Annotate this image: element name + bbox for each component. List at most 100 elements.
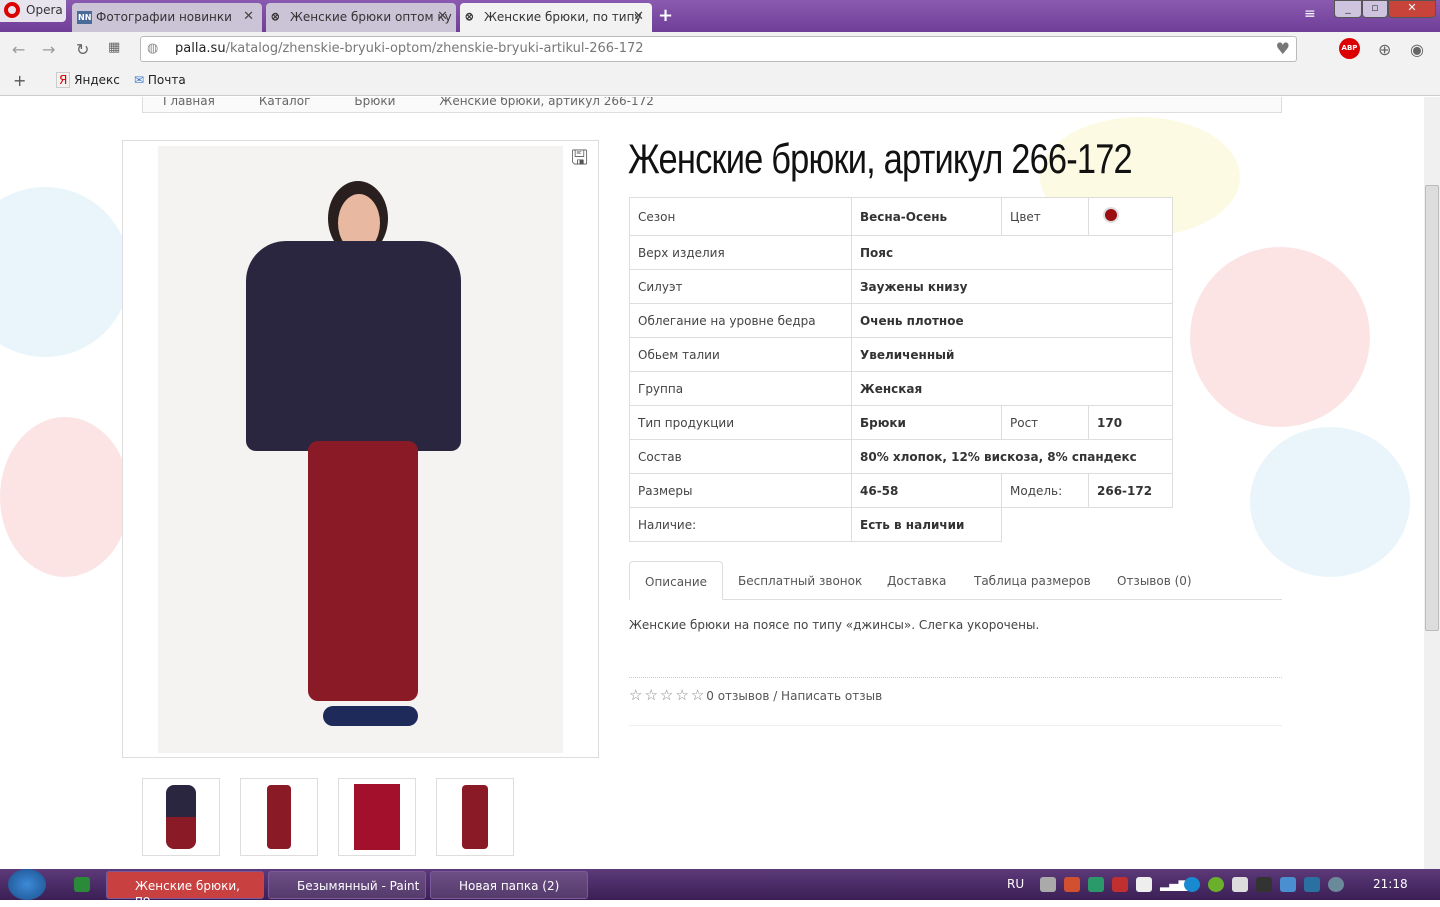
spec-value: Заужены книзу	[851, 269, 1173, 304]
account-icon[interactable]: ◉	[1410, 40, 1424, 59]
spec-value: Брюки	[851, 405, 1002, 440]
browser-tab-active[interactable]: ꕕ Женские брюки, по типу ✕	[460, 3, 652, 32]
star-icon: ☆	[644, 686, 658, 704]
spec-value: Пояс	[851, 235, 1173, 270]
add-bookmark-icon[interactable]: +	[13, 71, 26, 90]
new-tab-button[interactable]: +	[658, 5, 673, 26]
tray-icon[interactable]	[1088, 877, 1104, 892]
spec-value: 80% хлопок, 12% вискоза, 8% спандекс	[851, 439, 1173, 474]
tray-icon[interactable]	[1256, 877, 1272, 892]
thumbnail-2[interactable]	[240, 778, 318, 856]
spec-label: Состав	[629, 439, 852, 474]
heart-icon[interactable]: ♥	[1276, 39, 1290, 58]
close-tab-icon[interactable]: ✕	[437, 9, 448, 24]
page-title: Женские брюки, артикул 266-172	[628, 135, 1133, 182]
taskbar-item-paint[interactable]: Безымянный - Paint	[268, 871, 426, 899]
spec-value: Очень плотное	[851, 303, 1173, 338]
site-info-icon[interactable]: ◍	[147, 41, 158, 56]
url-input[interactable]: ◍ palla.su/katalog/zhenskie-bryuki-optom/…	[140, 36, 1297, 62]
star-icon: ☆	[659, 686, 674, 704]
color-swatch[interactable]	[1103, 207, 1119, 223]
back-icon[interactable]: ←	[12, 40, 25, 59]
thumbnail-3[interactable]	[338, 778, 416, 856]
product-main-image[interactable]: 🖫	[122, 140, 599, 758]
bookmark-label: Яндекс	[74, 73, 120, 87]
minimize-button[interactable]: _	[1334, 0, 1362, 18]
browser-tab[interactable]: ꕕ Женские брюки оптом ку ✕	[266, 3, 456, 32]
opera-label: Opera	[26, 3, 63, 17]
tab-size-chart[interactable]: Таблица размеров	[974, 561, 1091, 600]
breadcrumb-current: Женские брюки, артикул 266-172	[439, 97, 654, 108]
start-button[interactable]	[8, 869, 46, 900]
breadcrumb-catalog[interactable]: Каталог	[259, 97, 311, 108]
maximize-button[interactable]: ▫	[1362, 0, 1388, 18]
thumbnail-1[interactable]	[142, 778, 220, 856]
windows-taskbar: Женские брюки, по... Безымянный - Paint …	[0, 869, 1440, 907]
reviews-link[interactable]: 0 отзывов / Написать отзыв	[706, 689, 882, 703]
language-indicator[interactable]: RU	[1007, 877, 1024, 891]
spec-label: Верх изделия	[629, 235, 852, 270]
breadcrumb-trousers[interactable]: Брюки	[354, 97, 395, 108]
volume-muted-icon[interactable]	[1232, 877, 1248, 892]
taskbar-item-label: Новая папка (2)	[459, 879, 560, 893]
url-domain: palla.su	[175, 41, 226, 56]
tab-delivery[interactable]: Доставка	[887, 561, 946, 600]
close-tab-icon[interactable]: ✕	[633, 9, 644, 24]
tray-icon[interactable]	[1040, 877, 1056, 892]
tray-icon[interactable]	[1064, 877, 1080, 892]
tab-free-call[interactable]: Бесплатный звонок	[738, 561, 862, 600]
bookmark-label: Почта	[147, 73, 186, 87]
nn-favicon-icon: NN	[77, 11, 92, 24]
browser-tab-bar: Opera NN Фотографии новинки ✕ ꕕ Женские брю…	[0, 0, 1440, 32]
spec-label: Размеры	[629, 473, 852, 508]
page-scrollbar[interactable]	[1424, 97, 1440, 869]
clock[interactable]: 21:18	[1373, 877, 1408, 891]
close-tab-icon[interactable]: ✕	[243, 9, 254, 24]
forward-icon[interactable]: →	[42, 40, 55, 59]
close-window-button[interactable]: ✕	[1388, 0, 1436, 18]
tray-icon[interactable]	[1280, 877, 1296, 892]
taskbar-item-folder[interactable]: Новая папка (2)	[430, 871, 588, 899]
breadcrumb-home[interactable]: Главная	[163, 97, 215, 108]
bookmarks-bar: + Я Яндекс ✉ Почта	[0, 66, 1440, 96]
tray-icon[interactable]	[1112, 877, 1128, 892]
tab-reviews[interactable]: Отзывов (0)	[1117, 561, 1192, 600]
tab-description[interactable]: Описание	[629, 561, 724, 600]
url-path: /katalog/zhenskie-bryuki-optom/zhenskie-…	[225, 41, 644, 56]
opera-logo-icon	[4, 2, 20, 18]
star-icon: ☆	[675, 686, 689, 704]
spec-label: Модель:	[1001, 473, 1089, 508]
adblock-icon[interactable]: ABP	[1339, 38, 1360, 59]
reload-icon[interactable]: ↻	[76, 40, 89, 59]
tray-icon[interactable]	[1328, 877, 1344, 892]
signal-icon[interactable]: ▂▄▆	[1160, 877, 1188, 892]
bookmark-yandex[interactable]: Я Яндекс	[56, 72, 120, 88]
spec-value: 170	[1088, 405, 1173, 440]
browser-tab[interactable]: NN Фотографии новинки ✕	[72, 3, 262, 32]
tray-icon[interactable]	[1184, 877, 1200, 892]
download-icon[interactable]: ⊕	[1378, 40, 1391, 59]
star-icon: ☆	[629, 686, 643, 704]
spec-label: Цвет	[1001, 197, 1089, 236]
spec-value: 266-172	[1088, 473, 1173, 508]
taskbar-item-opera[interactable]: Женские брюки, по...	[106, 871, 264, 907]
spec-label: Наличие:	[629, 507, 852, 542]
divider	[629, 677, 1282, 678]
speed-dial-icon[interactable]: ▦	[108, 40, 120, 55]
scrollbar-thumb[interactable]	[1425, 185, 1439, 631]
tab-menu-icon[interactable]: ≡	[1304, 6, 1316, 22]
address-bar-row: ← → ↻ ▦ ◍ palla.su/katalog/zhenskie-bryuk…	[0, 32, 1440, 66]
save-icon[interactable]: 🖫	[571, 143, 588, 177]
power-icon[interactable]	[1136, 877, 1152, 892]
star-icon: ☆	[690, 686, 705, 704]
spec-label: Рост	[1001, 405, 1089, 440]
opera-menu-button[interactable]: Opera	[0, 0, 66, 22]
excel-icon[interactable]	[74, 877, 90, 892]
breadcrumb: Главная Каталог Брюки Женские брюки, артику…	[142, 97, 1282, 113]
thumbnail-4[interactable]	[436, 778, 514, 856]
network-icon[interactable]	[1304, 877, 1320, 892]
palla-favicon-icon: ꕕ	[271, 11, 280, 24]
bookmark-mail[interactable]: ✉ Почта	[134, 73, 186, 87]
utorrent-icon[interactable]	[1208, 877, 1224, 892]
mail-icon: ✉	[134, 73, 145, 87]
